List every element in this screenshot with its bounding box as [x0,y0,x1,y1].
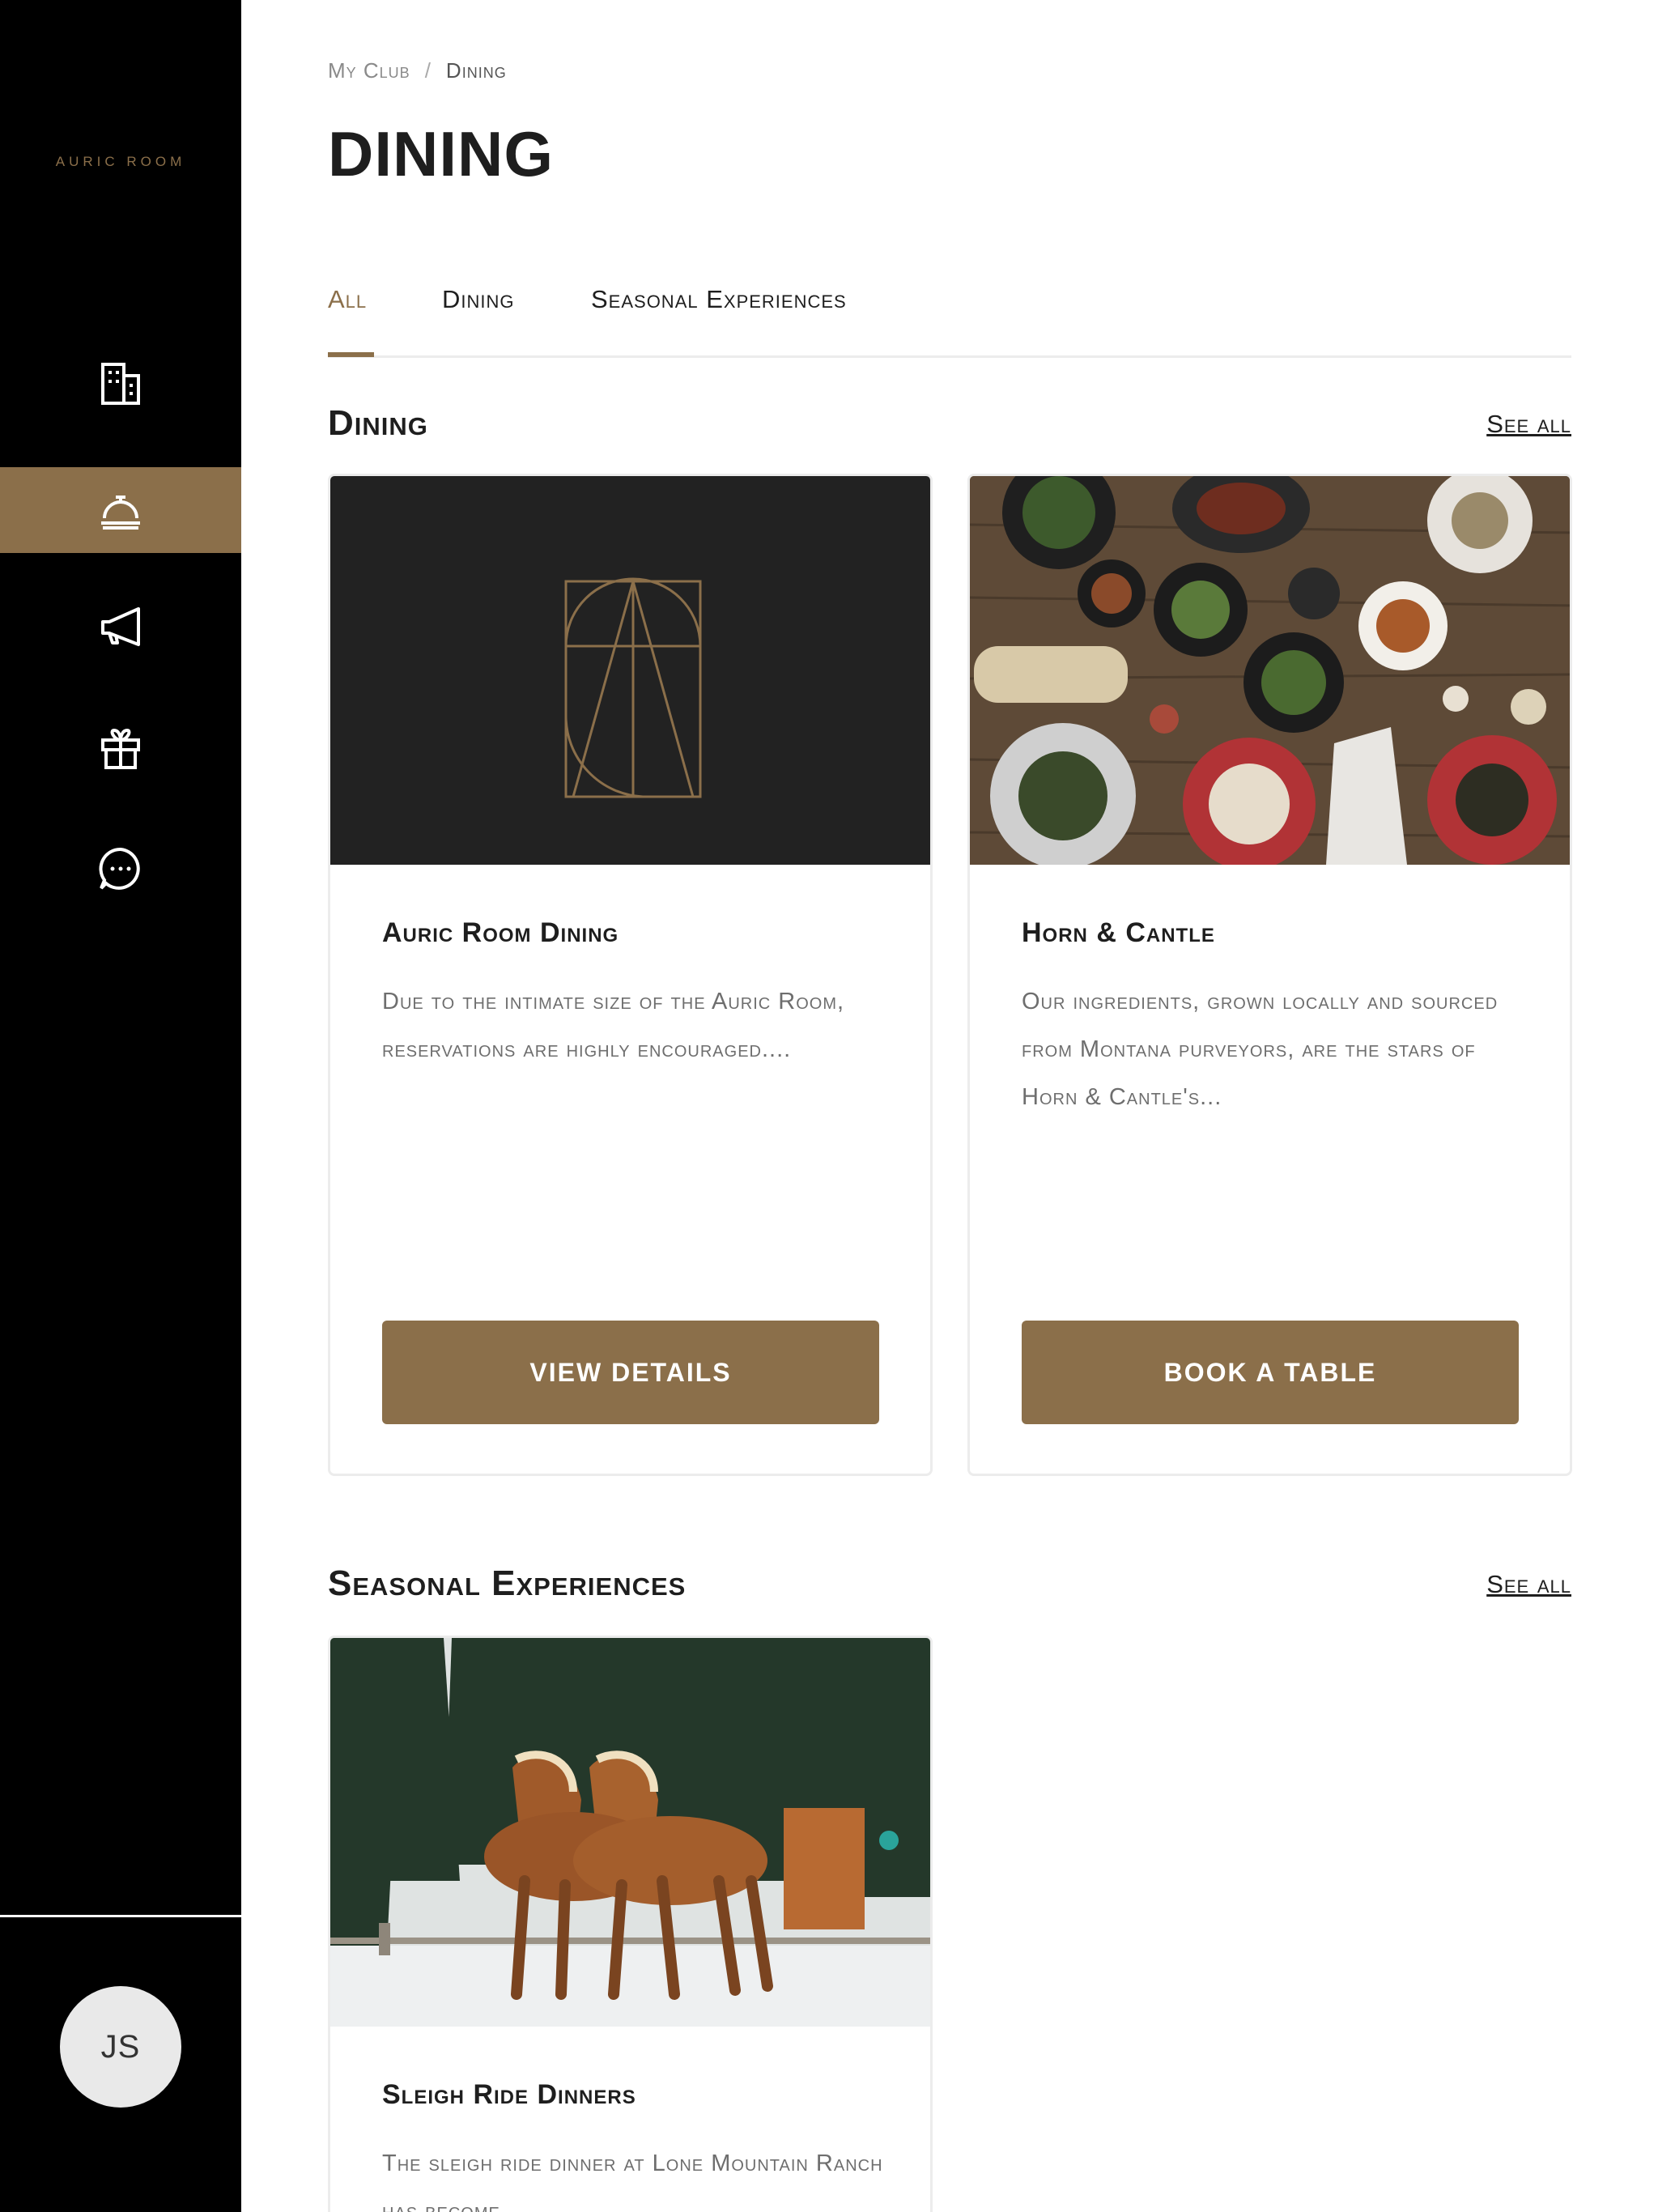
food-dishes-illustration [970,476,1570,865]
breadcrumb-home[interactable]: My Club [328,58,410,83]
auric-room-monogram-icon [564,577,702,798]
dining-card-auric-room: Auric Room Dining Due to the intimate si… [328,474,933,1476]
view-details-button[interactable]: VIEW DETAILS [382,1321,879,1424]
active-tab-indicator [328,352,374,357]
card-title: Horn & Cantle [1022,917,1215,948]
breadcrumb-current: Dining [445,58,507,83]
seasonal-see-all-link[interactable]: See all [1486,1570,1571,1599]
dining-bell-icon [101,496,140,530]
building-icon [101,363,140,405]
dining-section-title: Dining [328,403,428,443]
horse-drawn-sleigh-photo [330,1638,930,2027]
megaphone-icon [101,607,140,646]
breadcrumb: My Club / Dining [328,58,507,83]
sidebar-divider [0,1915,241,1917]
seasonal-section-title: Seasonal Experiences [328,1563,687,1603]
sidebar-item-dining[interactable] [0,467,241,553]
card-description: The sleigh ride dinner at Lone Mountain … [382,2150,883,2212]
gift-icon [101,728,140,769]
auric-room-logo-image [330,476,930,865]
tab-seasonal-label: Seasonal Experiences [591,285,847,313]
category-tabs: All Dining Seasonal Experiences [328,285,1571,358]
tab-all[interactable]: All [328,285,374,358]
breadcrumb-separator: / [424,58,432,83]
tab-dining-label: Dining [442,285,515,313]
brand-logo: AURIC ROOM [55,154,186,169]
sidebar-item-offers[interactable] [0,705,241,791]
sleigh-horses-illustration [330,1638,930,2027]
sidebar-item-club[interactable] [0,341,241,427]
sidebar: AURIC ROOM JS [0,0,241,2212]
card-description: Due to the intimate size of the Auric Ro… [382,989,845,1062]
card-title: Auric Room Dining [382,917,619,948]
sidebar-item-announcements[interactable] [0,584,241,670]
seasonal-card-sleigh-ride: Sleigh Ride Dinners The sleigh ride dinn… [328,1636,933,2212]
tab-seasonal-experiences[interactable]: Seasonal Experiences [591,285,847,358]
tab-all-label: All [328,285,368,313]
sidebar-item-messages[interactable] [0,826,241,912]
chat-bubble-icon [99,847,140,890]
user-avatar[interactable]: JS [60,1986,181,2108]
page-title: DINING [328,118,554,189]
book-a-table-button[interactable]: BOOK A TABLE [1022,1321,1519,1424]
card-title: Sleigh Ride Dinners [382,2079,636,2110]
tab-dining[interactable]: Dining [442,285,515,358]
table-of-dishes-photo [970,476,1570,865]
card-description: Our ingredients, grown locally and sourc… [1022,989,1499,1110]
dining-see-all-link[interactable]: See all [1486,410,1571,439]
dining-card-horn-cantle: Horn & Cantle Our ingredients, grown loc… [967,474,1572,1476]
